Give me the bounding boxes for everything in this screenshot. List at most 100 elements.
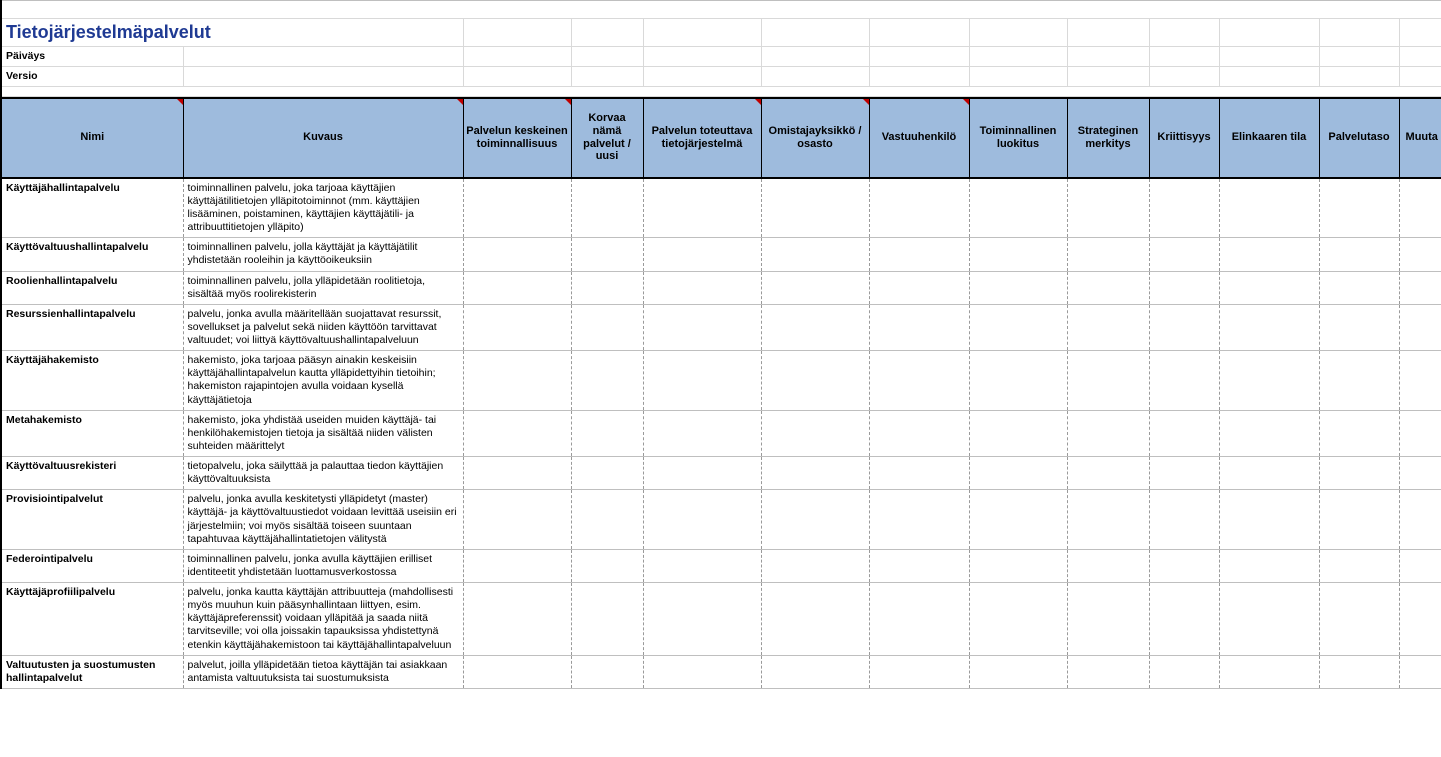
empty-cell[interactable] [1149, 410, 1219, 456]
empty-cell[interactable] [571, 410, 643, 456]
empty-cell[interactable] [761, 490, 869, 550]
empty-cell[interactable] [1399, 351, 1441, 411]
empty-cell[interactable] [1219, 304, 1319, 350]
service-desc-cell[interactable]: hakemisto, joka tarjoaa pääsyn ainakin k… [183, 351, 463, 411]
empty-cell[interactable] [1219, 238, 1319, 271]
empty-cell[interactable] [869, 410, 969, 456]
empty-cell[interactable] [571, 655, 643, 688]
empty-cell[interactable] [1067, 410, 1149, 456]
empty-cell[interactable] [969, 304, 1067, 350]
empty-cell[interactable] [1399, 304, 1441, 350]
empty-cell[interactable] [1319, 583, 1399, 656]
empty-cell[interactable] [1149, 457, 1219, 490]
empty-cell[interactable] [1219, 583, 1319, 656]
empty-cell[interactable] [969, 655, 1067, 688]
empty-cell[interactable] [869, 490, 969, 550]
service-desc-cell[interactable]: palvelu, jonka kautta käyttäjän attribuu… [183, 583, 463, 656]
service-name-cell[interactable]: Roolienhallintapalvelu [1, 271, 183, 304]
empty-cell[interactable] [1067, 351, 1149, 411]
empty-cell[interactable] [761, 304, 869, 350]
empty-cell[interactable] [1149, 238, 1219, 271]
empty-cell[interactable] [1067, 238, 1149, 271]
empty-cell[interactable] [1399, 410, 1441, 456]
empty-cell[interactable] [1399, 238, 1441, 271]
empty-cell[interactable] [1319, 271, 1399, 304]
empty-cell[interactable] [571, 490, 643, 550]
empty-cell[interactable] [1149, 490, 1219, 550]
empty-cell[interactable] [869, 178, 969, 238]
empty-cell[interactable] [969, 271, 1067, 304]
empty-cell[interactable] [643, 351, 761, 411]
empty-cell[interactable] [1219, 351, 1319, 411]
column-header[interactable]: Kuvaus [183, 98, 463, 178]
service-desc-cell[interactable]: tietopalvelu, joka säilyttää ja palautta… [183, 457, 463, 490]
service-desc-cell[interactable]: palvelu, jonka avulla keskitetysti ylläp… [183, 490, 463, 550]
empty-cell[interactable] [761, 583, 869, 656]
service-name-cell[interactable]: Federointipalvelu [1, 549, 183, 582]
empty-cell[interactable] [1399, 457, 1441, 490]
empty-cell[interactable] [571, 549, 643, 582]
empty-cell[interactable] [1149, 583, 1219, 656]
empty-cell[interactable] [761, 549, 869, 582]
empty-cell[interactable] [761, 351, 869, 411]
empty-cell[interactable] [463, 549, 571, 582]
empty-cell[interactable] [761, 410, 869, 456]
date-label[interactable]: Päiväys [1, 46, 183, 66]
empty-cell[interactable] [761, 178, 869, 238]
empty-cell[interactable] [1399, 490, 1441, 550]
service-name-cell[interactable]: Käyttäjäprofiilipalvelu [1, 583, 183, 656]
sheet-title[interactable]: Tietojärjestelmäpalvelut [1, 19, 463, 47]
empty-cell[interactable] [571, 238, 643, 271]
column-header[interactable]: Muuta [1399, 98, 1441, 178]
empty-cell[interactable] [969, 238, 1067, 271]
empty-cell[interactable] [463, 583, 571, 656]
empty-cell[interactable] [869, 238, 969, 271]
empty-cell[interactable] [1149, 304, 1219, 350]
empty-cell[interactable] [1067, 549, 1149, 582]
service-name-cell[interactable]: Käyttäjähallintapalvelu [1, 178, 183, 238]
service-name-cell[interactable]: Käyttövaltuusrekisteri [1, 457, 183, 490]
empty-cell[interactable] [1067, 490, 1149, 550]
column-header[interactable]: Omistajayksikkö / osasto [761, 98, 869, 178]
empty-cell[interactable] [761, 271, 869, 304]
empty-cell[interactable] [1399, 655, 1441, 688]
empty-cell[interactable] [1219, 178, 1319, 238]
column-header[interactable]: Palvelun keskeinen toiminnallisuus [463, 98, 571, 178]
empty-cell[interactable] [643, 457, 761, 490]
empty-cell[interactable] [1219, 410, 1319, 456]
empty-cell[interactable] [1067, 655, 1149, 688]
empty-cell[interactable] [463, 271, 571, 304]
empty-cell[interactable] [1149, 549, 1219, 582]
empty-cell[interactable] [1149, 655, 1219, 688]
empty-cell[interactable] [1319, 304, 1399, 350]
empty-cell[interactable] [643, 304, 761, 350]
empty-cell[interactable] [571, 351, 643, 411]
empty-cell[interactable] [1219, 490, 1319, 550]
empty-cell[interactable] [869, 655, 969, 688]
column-header[interactable]: Palvelutaso [1319, 98, 1399, 178]
empty-cell[interactable] [1319, 490, 1399, 550]
empty-cell[interactable] [1399, 271, 1441, 304]
empty-cell[interactable] [1319, 549, 1399, 582]
empty-cell[interactable] [969, 549, 1067, 582]
empty-cell[interactable] [643, 583, 761, 656]
version-label[interactable]: Versio [1, 66, 183, 86]
empty-cell[interactable] [1149, 178, 1219, 238]
empty-cell[interactable] [869, 549, 969, 582]
empty-cell[interactable] [643, 410, 761, 456]
empty-cell[interactable] [571, 304, 643, 350]
empty-cell[interactable] [761, 655, 869, 688]
empty-cell[interactable] [463, 304, 571, 350]
service-desc-cell[interactable]: palvelu, jonka avulla määritellään suoja… [183, 304, 463, 350]
empty-cell[interactable] [643, 655, 761, 688]
empty-cell[interactable] [571, 178, 643, 238]
empty-cell[interactable] [1219, 549, 1319, 582]
empty-cell[interactable] [869, 583, 969, 656]
empty-cell[interactable] [1219, 655, 1319, 688]
empty-cell[interactable] [643, 271, 761, 304]
service-desc-cell[interactable]: toiminnallinen palvelu, joka tarjoaa käy… [183, 178, 463, 238]
column-header[interactable]: Strateginen merkitys [1067, 98, 1149, 178]
empty-cell[interactable] [969, 457, 1067, 490]
empty-cell[interactable] [1067, 583, 1149, 656]
empty-cell[interactable] [463, 238, 571, 271]
